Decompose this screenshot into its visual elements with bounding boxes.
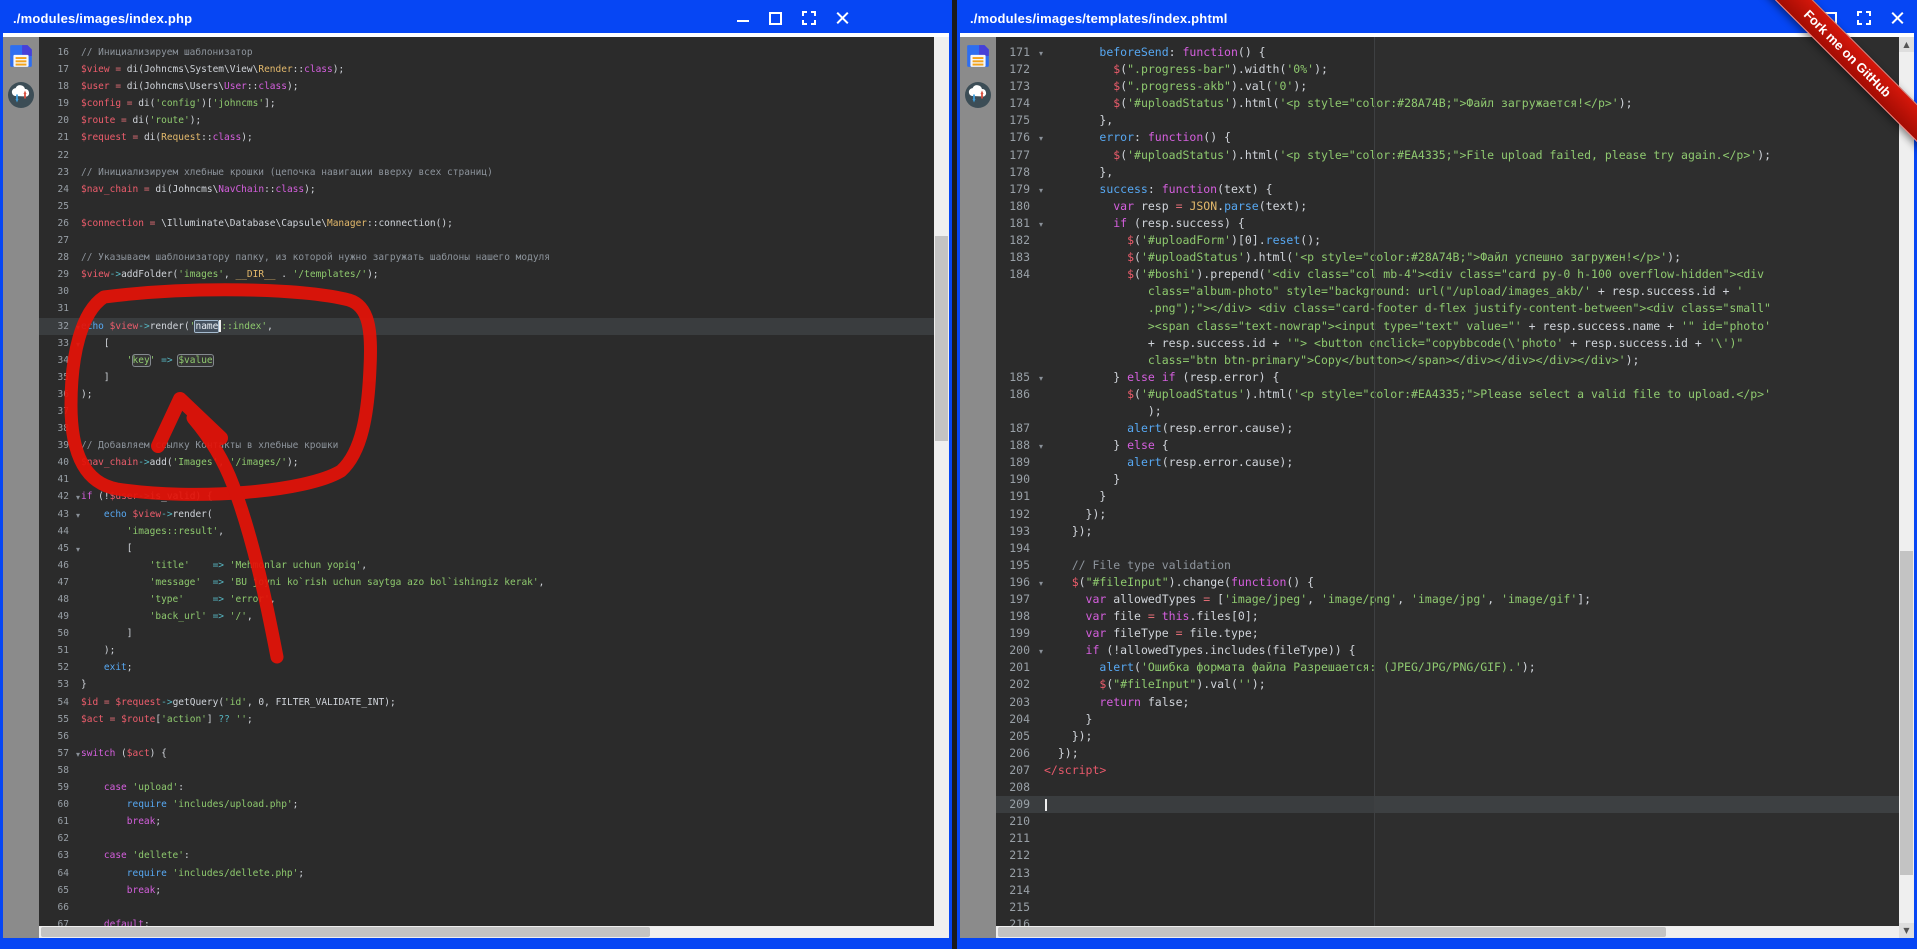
vertical-scrollbar-left[interactable] <box>934 37 949 938</box>
code-line: 20$route = di('route'); <box>39 112 934 129</box>
code-line: 45▾ [ <box>39 540 934 557</box>
code-line: 37 <box>39 403 934 420</box>
code-line: 22 <box>39 147 934 164</box>
code-line: 32▾echo $view->render('name::index', <box>39 318 934 335</box>
code-line: 24$nav_chain = di(Johncms\NavChain::clas… <box>39 181 934 198</box>
scrollbar-thumb[interactable] <box>1900 551 1913 875</box>
restore-icon[interactable] <box>769 11 783 25</box>
window-title-left: ./modules/images/index.php <box>3 11 192 26</box>
code-line: 43▾ echo $view->render( <box>39 506 934 523</box>
minimize-icon[interactable] <box>736 11 750 25</box>
code-line: 65 break; <box>39 882 934 899</box>
code-line: 21$request = di(Request::class); <box>39 129 934 146</box>
horizontal-scrollbar-right[interactable] <box>996 926 1899 938</box>
code-line: 55$act = $route['action'] ?? ''; <box>39 711 934 728</box>
code-line: 46 'title' => 'Mehmonlar uchun yopiq', <box>39 557 934 574</box>
code-line: 59 case 'upload': <box>39 779 934 796</box>
code-line: 16// Инициализируем шаблонизатор <box>39 44 934 61</box>
code-line: 61 break; <box>39 813 934 830</box>
left-editor-window: ./modules/images/index.php <box>0 0 952 949</box>
code-line: 44 'images::result', <box>39 523 934 540</box>
code-line: 27 <box>39 232 934 249</box>
code-line: 34 'key' => $value <box>39 352 934 369</box>
titlebar-left[interactable]: ./modules/images/index.php <box>3 3 949 33</box>
scroll-down-icon[interactable]: ▼ <box>1899 923 1914 938</box>
code-line: 53} <box>39 676 934 693</box>
editor-sidebar <box>960 37 996 938</box>
cloud-sync-icon[interactable] <box>7 81 35 109</box>
close-icon[interactable] <box>835 11 849 25</box>
cloud-sync-icon[interactable] <box>964 81 992 109</box>
save-icon[interactable] <box>965 43 991 69</box>
code-line: 29$view->addFolder('images', __DIR__ . '… <box>39 266 934 283</box>
code-line: 17$view = di(Johncms\System\View\Render:… <box>39 61 934 78</box>
code-line: 54$id = $request->getQuery('id', 0, FILT… <box>39 694 934 711</box>
code-line: 40$nav_chain->add('Images', '/images/'); <box>39 454 934 471</box>
code-line: 62 <box>39 830 934 847</box>
code-line: 30 <box>39 283 934 300</box>
code-line: 41 <box>39 471 934 488</box>
save-icon[interactable] <box>8 43 34 69</box>
code-line: 50 ] <box>39 625 934 642</box>
code-line: 49 'back_url' => '/', <box>39 608 934 625</box>
code-line: 51 ); <box>39 642 934 659</box>
maximize-icon[interactable] <box>802 11 816 25</box>
vertical-scrollbar-right[interactable]: ▲ ▼ <box>1899 37 1914 938</box>
code-line: 38 <box>39 420 934 437</box>
window-controls <box>736 3 849 33</box>
code-line: 31 <box>39 300 934 317</box>
code-line: 36); <box>39 386 934 403</box>
scrollbar-thumb[interactable] <box>935 236 948 441</box>
code-line: 52 exit; <box>39 659 934 676</box>
code-line: 64 require 'includes/dellete.php'; <box>39 865 934 882</box>
code-line: 42▾if (!$user->is_valid) { <box>39 488 934 505</box>
desktop: ./modules/images/index.php <box>0 0 1917 949</box>
code-line: 47 'message' => 'BU joyni ko`rish uchun … <box>39 574 934 591</box>
code-line: 35 ] <box>39 369 934 386</box>
code-line: 63 case 'dellete': <box>39 847 934 864</box>
code-line: 39// Добавляем ссылку Контакты в хлебные… <box>39 437 934 454</box>
code-line: 58 <box>39 762 934 779</box>
code-line: 18$user = di(Johncms\Users\User::class); <box>39 78 934 95</box>
code-line: 48 'type' => 'error', <box>39 591 934 608</box>
code-editor-left[interactable]: 16// Инициализируем шаблонизатор17$view … <box>39 37 934 926</box>
github-ribbon-container: Fork me on GitHub <box>1745 0 1917 172</box>
code-line: 33▾ [ <box>39 335 934 352</box>
scrollbar-thumb[interactable] <box>998 927 1666 937</box>
code-line: 25 <box>39 198 934 215</box>
code-line: 26$connection = \Illuminate\Database\Cap… <box>39 215 934 232</box>
code-line: 57▾switch ($act) { <box>39 745 934 762</box>
code-line: 60 require 'includes/upload.php'; <box>39 796 934 813</box>
code-line: 56 <box>39 728 934 745</box>
code-line: 19$config = di('config')['johncms']; <box>39 95 934 112</box>
horizontal-scrollbar-left[interactable] <box>39 926 934 938</box>
code-line: 28// Указываем шаблонизатору папку, из к… <box>39 249 934 266</box>
window-title-right: ./modules/images/templates/index.phtml <box>960 11 1228 26</box>
fork-me-on-github-ribbon[interactable]: Fork me on GitHub <box>1748 0 1917 153</box>
window-content: 16// Инициализируем шаблонизатор17$view … <box>3 33 949 938</box>
code-line: 66 <box>39 899 934 916</box>
code-line: 23// Инициализируем хлебные крошки (цепо… <box>39 164 934 181</box>
code-line: 67 default: <box>39 916 934 926</box>
scrollbar-thumb[interactable] <box>41 927 650 937</box>
editor-sidebar <box>3 37 39 938</box>
